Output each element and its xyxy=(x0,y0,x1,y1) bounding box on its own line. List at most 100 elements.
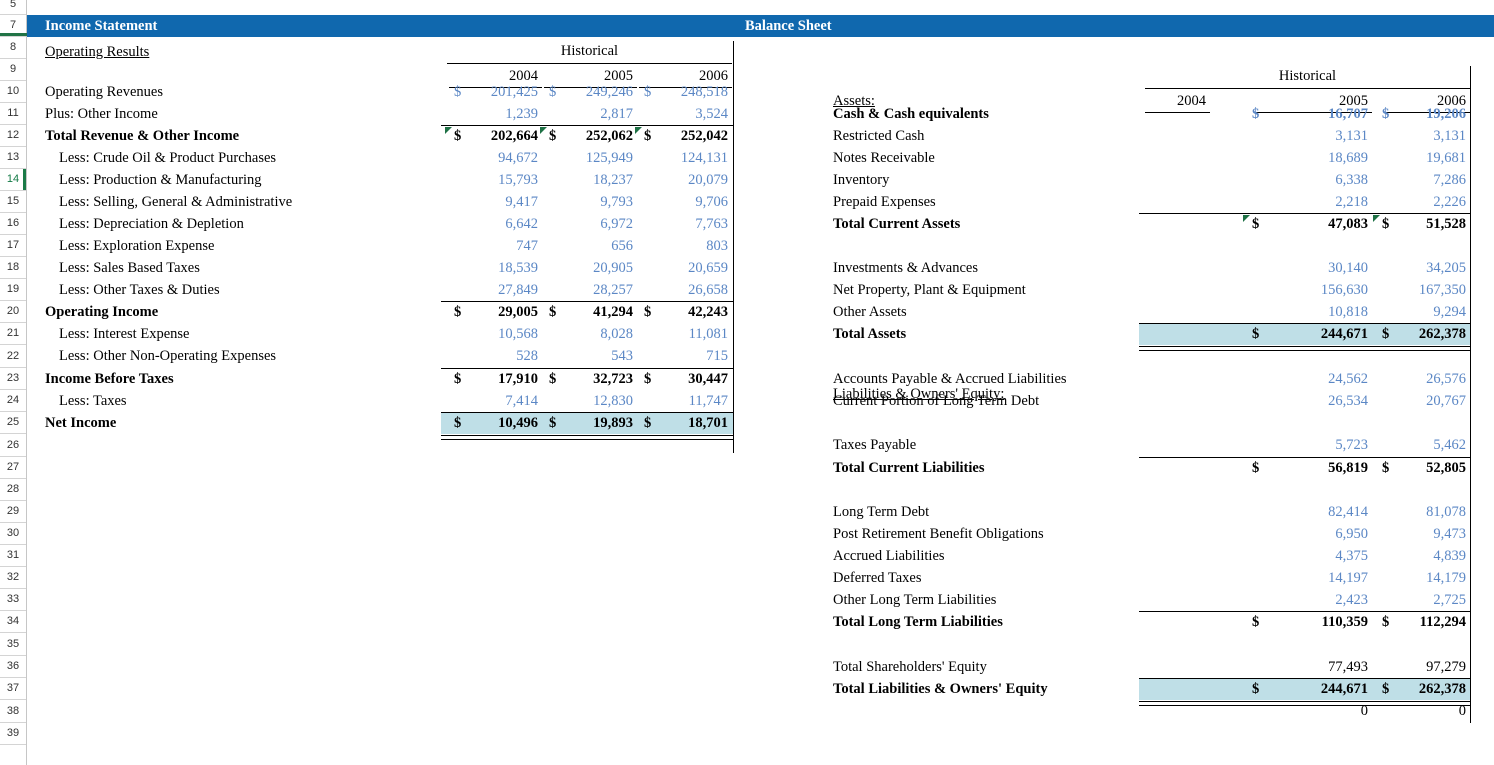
is-value-24-2004[interactable]: 7,414 xyxy=(449,390,542,412)
is-row-label-17[interactable]: Less: Exploration Expense xyxy=(59,235,445,257)
row-header-10[interactable]: 10 xyxy=(0,81,26,103)
bs-value-18-2006[interactable]: 34,205 xyxy=(1412,257,1470,279)
bs-value-30-2005[interactable]: 6,950 xyxy=(1282,523,1372,545)
is-value-16-2005[interactable]: 6,972 xyxy=(544,213,637,235)
bs-row-label-16[interactable]: Total Current Assets xyxy=(833,213,1163,235)
is-value-20-2004[interactable]: 29,005 xyxy=(449,301,542,323)
bs-currency-11-c1[interactable]: $ xyxy=(1249,103,1265,125)
bs-value-21-2006[interactable]: 262,378 xyxy=(1412,323,1470,345)
row-header-16[interactable]: 16 xyxy=(0,213,26,235)
row-header-19[interactable]: 19 xyxy=(0,279,26,301)
bs-value-33-2005[interactable]: 2,423 xyxy=(1282,589,1372,611)
is-row-label-21[interactable]: Less: Interest Expense xyxy=(59,323,445,345)
is-value-12-2004[interactable]: 202,664 xyxy=(449,125,542,147)
row-header-28[interactable]: 28 xyxy=(0,479,26,501)
bs-row-label-31[interactable]: Accrued Liabilities xyxy=(833,545,1163,567)
is-value-18-2005[interactable]: 20,905 xyxy=(544,257,637,279)
bs-value-24-2005[interactable]: 26,534 xyxy=(1282,390,1372,412)
bs-row-label-33[interactable]: Other Long Term Liabilities xyxy=(833,589,1163,611)
bs-value-37-2006[interactable]: 262,378 xyxy=(1412,678,1470,700)
is-row-label-25[interactable]: Net Income xyxy=(45,412,445,434)
bs-value-13-2005[interactable]: 18,689 xyxy=(1282,147,1372,169)
row-header-14[interactable]: 14 xyxy=(0,169,26,191)
bs-row-label-29[interactable]: Long Term Debt xyxy=(833,501,1163,523)
bs-value-31-2006[interactable]: 4,839 xyxy=(1412,545,1470,567)
row-header-22[interactable]: 22 xyxy=(0,345,26,368)
bs-value-32-2005[interactable]: 14,197 xyxy=(1282,567,1372,589)
bs-value-27-2006[interactable]: 52,805 xyxy=(1412,457,1470,479)
is-value-10-2006[interactable]: 248,518 xyxy=(639,81,732,103)
is-value-12-2005[interactable]: 252,062 xyxy=(544,125,637,147)
is-row-label-12[interactable]: Total Revenue & Other Income xyxy=(45,125,445,147)
row-header-18[interactable]: 18 xyxy=(0,257,26,279)
bs-value-23-2006[interactable]: 26,576 xyxy=(1412,368,1470,390)
bs-currency-16-c1[interactable]: $ xyxy=(1249,213,1265,235)
is-value-21-2004[interactable]: 10,568 xyxy=(449,323,542,345)
is-value-14-2006[interactable]: 20,079 xyxy=(639,169,732,191)
bs-currency-37-c1[interactable]: $ xyxy=(1249,678,1265,700)
bs-currency-21-c2[interactable]: $ xyxy=(1379,323,1395,345)
bs-value-24-2006[interactable]: 20,767 xyxy=(1412,390,1470,412)
row-header-8[interactable]: 8 xyxy=(0,37,26,59)
is-value-20-2005[interactable]: 41,294 xyxy=(544,301,637,323)
bs-row-label-24[interactable]: Current Portion of Long Term Debt xyxy=(833,390,1163,412)
bs-row-label-15[interactable]: Prepaid Expenses xyxy=(833,191,1163,213)
row-header-31[interactable]: 31 xyxy=(0,545,26,567)
is-row-label-11[interactable]: Plus: Other Income xyxy=(45,103,445,125)
bs-value-19-2005[interactable]: 156,630 xyxy=(1282,279,1372,301)
bs-value-13-2006[interactable]: 19,681 xyxy=(1412,147,1470,169)
is-value-22-2006[interactable]: 715 xyxy=(639,345,732,368)
bs-row-label-18[interactable]: Investments & Advances xyxy=(833,257,1163,279)
row-header-9[interactable]: 9 xyxy=(0,59,26,81)
is-value-13-2004[interactable]: 94,672 xyxy=(449,147,542,169)
bs-value-16-2005[interactable]: 47,083 xyxy=(1282,213,1372,235)
bs-value-27-2005[interactable]: 56,819 xyxy=(1282,457,1372,479)
row-header-20[interactable]: 20 xyxy=(0,301,26,323)
bs-value-14-2005[interactable]: 6,338 xyxy=(1282,169,1372,191)
is-value-16-2006[interactable]: 7,763 xyxy=(639,213,732,235)
row-header-11[interactable]: 11 xyxy=(0,103,26,125)
is-row-label-19[interactable]: Less: Other Taxes & Duties xyxy=(59,279,445,301)
bs-currency-21-c1[interactable]: $ xyxy=(1249,323,1265,345)
bs-value-12-2005[interactable]: 3,131 xyxy=(1282,125,1372,147)
is-value-25-2005[interactable]: 19,893 xyxy=(544,412,637,434)
bs-value-20-2006[interactable]: 9,294 xyxy=(1412,301,1470,323)
bs-value-32-2006[interactable]: 14,179 xyxy=(1412,567,1470,589)
is-value-20-2006[interactable]: 42,243 xyxy=(639,301,732,323)
row-header-36[interactable]: 36 xyxy=(0,656,26,678)
is-value-19-2006[interactable]: 26,658 xyxy=(639,279,732,301)
is-value-13-2006[interactable]: 124,131 xyxy=(639,147,732,169)
is-row-label-23[interactable]: Income Before Taxes xyxy=(45,368,445,390)
is-value-18-2006[interactable]: 20,659 xyxy=(639,257,732,279)
bs-row-label-34[interactable]: Total Long Term Liabilities xyxy=(833,611,1163,633)
bs-value-31-2005[interactable]: 4,375 xyxy=(1282,545,1372,567)
bs-value-20-2005[interactable]: 10,818 xyxy=(1282,301,1372,323)
is-value-17-2005[interactable]: 656 xyxy=(544,235,637,257)
row-header-34[interactable]: 34 xyxy=(0,611,26,633)
bs-row-label-23[interactable]: Accounts Payable & Accrued Liabilities xyxy=(833,368,1163,390)
bs-value-38-2006[interactable]: 0 xyxy=(1412,700,1470,723)
is-row-label-15[interactable]: Less: Selling, General & Administrative xyxy=(59,191,445,213)
is-value-19-2004[interactable]: 27,849 xyxy=(449,279,542,301)
bs-value-14-2006[interactable]: 7,286 xyxy=(1412,169,1470,191)
bs-value-26-2006[interactable]: 5,462 xyxy=(1412,434,1470,457)
bs-row-label-14[interactable]: Inventory xyxy=(833,169,1163,191)
is-row-label-22[interactable]: Less: Other Non-Operating Expenses xyxy=(59,345,445,368)
is-row-label-16[interactable]: Less: Depreciation & Depletion xyxy=(59,213,445,235)
is-value-12-2006[interactable]: 252,042 xyxy=(639,125,732,147)
is-value-18-2004[interactable]: 18,539 xyxy=(449,257,542,279)
bs-currency-11-c2[interactable]: $ xyxy=(1379,103,1395,125)
bs-value-11-2006[interactable]: 19,206 xyxy=(1412,103,1470,125)
bs-row-label-12[interactable]: Restricted Cash xyxy=(833,125,1163,147)
bs-currency-34-c2[interactable]: $ xyxy=(1379,611,1395,633)
bs-row-label-30[interactable]: Post Retirement Benefit Obligations xyxy=(833,523,1163,545)
is-value-10-2004[interactable]: 201,425 xyxy=(449,81,542,103)
bs-currency-16-c2[interactable]: $ xyxy=(1379,213,1395,235)
bs-row-label-36[interactable]: Total Shareholders' Equity xyxy=(833,656,1163,678)
bs-value-18-2005[interactable]: 30,140 xyxy=(1282,257,1372,279)
is-value-25-2004[interactable]: 10,496 xyxy=(449,412,542,434)
is-row-label-24[interactable]: Less: Taxes xyxy=(59,390,445,412)
row-header-25[interactable]: 25 xyxy=(0,412,26,434)
bs-value-34-2005[interactable]: 110,359 xyxy=(1282,611,1372,633)
bs-value-15-2006[interactable]: 2,226 xyxy=(1412,191,1470,213)
